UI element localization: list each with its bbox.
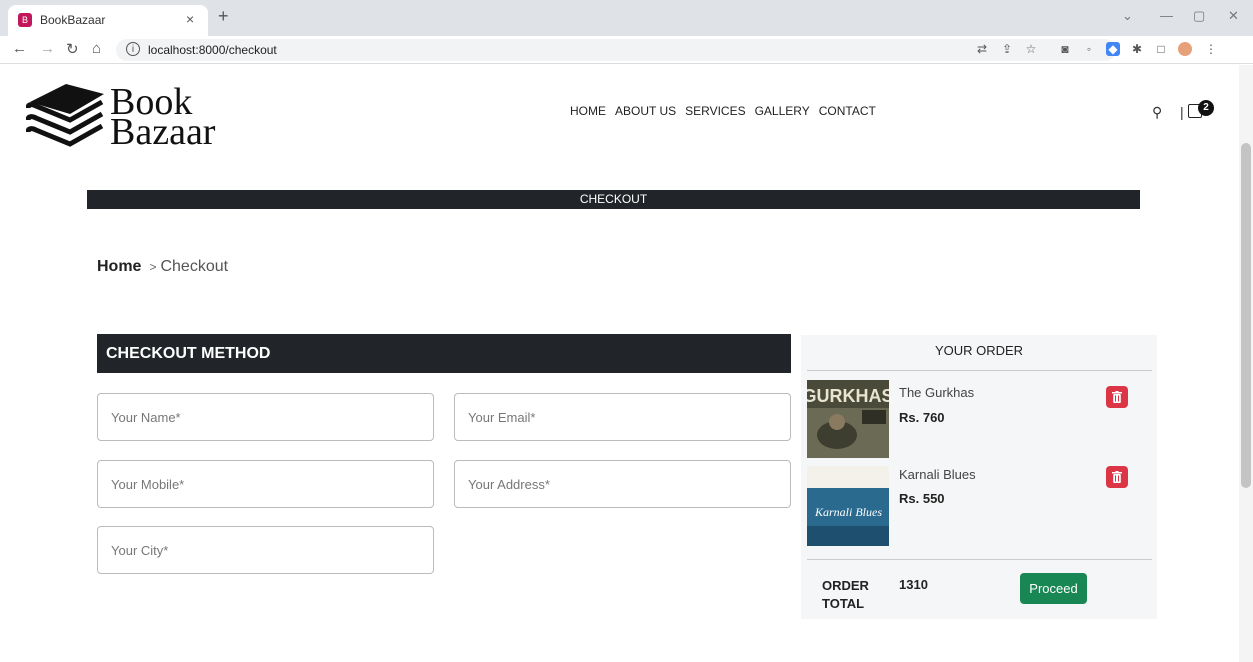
breadcrumb-current: Checkout: [160, 258, 229, 275]
email-field[interactable]: [454, 393, 791, 441]
checkout-method-header: CHECKOUT METHOD: [97, 334, 791, 373]
extension-blue-icon[interactable]: ◆: [1106, 42, 1120, 56]
url-field[interactable]: i localhost:8000/checkout: [116, 39, 1116, 61]
favicon-icon: B: [18, 13, 32, 27]
page-banner: CHECKOUT: [87, 190, 1140, 209]
tab-close-icon[interactable]: ×: [186, 11, 194, 27]
name-field[interactable]: [97, 393, 434, 441]
item-title: Karnali Blues: [899, 467, 976, 482]
order-total-label: ORDER TOTAL: [822, 578, 869, 611]
nav-home[interactable]: HOME: [570, 104, 606, 118]
breadcrumb: Home > Checkout: [97, 258, 228, 276]
home-icon[interactable]: ⌂: [92, 40, 101, 57]
trash-icon: [1112, 471, 1122, 483]
site-logo[interactable]: Book Bazaar: [26, 80, 226, 153]
tab-search-icon[interactable]: ⌄: [1122, 8, 1133, 24]
bookmark-star-icon[interactable]: ☆: [1024, 42, 1038, 56]
logo-text-bazaar: Bazaar: [110, 111, 216, 153]
extension-icon[interactable]: ◦: [1082, 42, 1096, 56]
trash-icon: [1112, 391, 1122, 403]
nav-about-us[interactable]: ABOUT US: [615, 104, 676, 118]
delete-item-button[interactable]: [1106, 386, 1128, 408]
nav-contact[interactable]: CONTACT: [819, 104, 876, 118]
address-field[interactable]: [454, 460, 791, 508]
share-icon[interactable]: ⇪: [1000, 42, 1014, 56]
city-field[interactable]: [97, 526, 434, 574]
close-window-icon[interactable]: ✕: [1228, 8, 1239, 24]
address-bar: ← → ↻ ⌂ i localhost:8000/checkout ⇄ ⇪ ☆ …: [0, 36, 1253, 64]
camera-icon[interactable]: ◙: [1058, 42, 1072, 56]
forward-icon[interactable]: →: [40, 40, 55, 57]
divider: [807, 559, 1152, 560]
book-cover-title: Karnali Blues: [814, 505, 882, 519]
menu-icon[interactable]: ⋮: [1204, 42, 1218, 56]
divider: [807, 370, 1152, 371]
translate-icon[interactable]: ⇄: [975, 42, 989, 56]
tab-title: BookBazaar: [40, 13, 106, 27]
url-text: localhost:8000/checkout: [148, 43, 277, 57]
search-icon[interactable]: ⚲: [1152, 104, 1162, 121]
scrollbar[interactable]: [1239, 65, 1253, 662]
puzzle-icon[interactable]: ✱: [1130, 42, 1144, 56]
book-cover-karnali-blues: Karnali Blues: [807, 466, 889, 546]
breadcrumb-home[interactable]: Home: [97, 258, 141, 275]
books-stack-icon: [26, 84, 104, 147]
item-price: Rs. 760: [899, 410, 945, 425]
cart-count-badge: 2: [1198, 100, 1214, 116]
site-info-icon[interactable]: i: [126, 42, 140, 56]
book-cover-image: GURKHAS: [802, 380, 894, 458]
book-cover-gurkhas: GURKHAS: [802, 380, 894, 458]
nav-separator: |: [1180, 104, 1184, 120]
mobile-field[interactable]: [97, 460, 434, 508]
delete-item-button[interactable]: [1106, 466, 1128, 488]
order-summary-title: YOUR ORDER: [934, 343, 1024, 358]
nav-gallery[interactable]: GALLERY: [755, 104, 810, 118]
item-title: The Gurkhas: [899, 385, 975, 400]
book-cover-title: GURKHAS: [807, 386, 889, 406]
proceed-button[interactable]: Proceed: [1020, 573, 1087, 604]
breadcrumb-separator: >: [149, 260, 157, 274]
reload-icon[interactable]: ↻: [66, 40, 79, 58]
sidepanel-icon[interactable]: □: [1154, 42, 1168, 56]
restore-icon[interactable]: ▢: [1193, 8, 1205, 24]
scrollbar-thumb[interactable]: [1241, 143, 1251, 488]
minimize-icon[interactable]: —: [1160, 8, 1173, 23]
book-cover-image: Karnali Blues: [807, 466, 889, 546]
new-tab-icon[interactable]: +: [218, 6, 229, 27]
order-total-value: 1310: [899, 577, 928, 592]
profile-avatar[interactable]: [1178, 42, 1192, 56]
order-summary-panel: YOUR ORDER GURKHAS The Gurkhas Rs. 760 K…: [801, 335, 1157, 619]
browser-tab[interactable]: B BookBazaar ×: [8, 5, 208, 36]
main-nav: HOME ABOUT US SERVICES GALLERY CONTACT: [570, 104, 876, 118]
browser-tab-bar: B BookBazaar × + ⌄ — ▢ ✕: [0, 0, 1253, 36]
back-icon[interactable]: ←: [12, 40, 27, 57]
item-price: Rs. 550: [899, 491, 945, 506]
nav-services[interactable]: SERVICES: [685, 104, 745, 118]
